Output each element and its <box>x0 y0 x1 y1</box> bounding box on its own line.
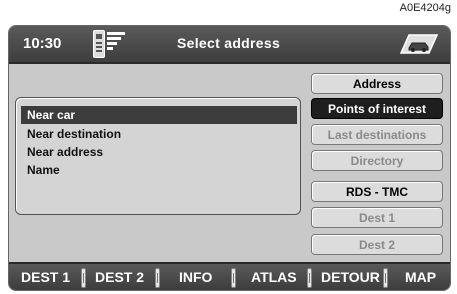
bottom-bar: DEST 1 DEST 2 INFO ATLAS DETOUR MAP <box>9 262 450 290</box>
separator-icon <box>307 268 312 288</box>
address-option-list: Near car Near destination Near address N… <box>15 97 301 215</box>
bottom-dest-2-button[interactable]: DEST 2 <box>95 269 144 285</box>
nav-screen: 10:30 Select address Near car Near desti… <box>8 25 451 291</box>
separator-icon <box>155 268 160 288</box>
dest-1-button[interactable]: Dest 1 <box>311 207 443 228</box>
list-item-near-address[interactable]: Near address <box>21 143 297 161</box>
list-item-name[interactable]: Name <box>21 161 297 179</box>
separator-icon <box>81 268 86 288</box>
figure-id: A0E4204g <box>399 2 451 14</box>
rds-tmc-button[interactable]: RDS - TMC <box>311 181 443 202</box>
car-icon <box>399 34 439 54</box>
address-button[interactable]: Address <box>311 73 443 94</box>
bottom-dest-1-button[interactable]: DEST 1 <box>21 269 70 285</box>
dest-2-button[interactable]: Dest 2 <box>311 234 443 255</box>
points-of-interest-button[interactable]: Points of interest <box>311 98 443 119</box>
page-title: Select address <box>177 35 281 51</box>
signal-icon <box>107 32 125 52</box>
separator-icon <box>231 268 236 288</box>
last-destinations-button[interactable]: Last destinations <box>311 124 443 145</box>
bottom-map-button[interactable]: MAP <box>405 269 436 285</box>
title-bar: 10:30 Select address <box>9 26 450 64</box>
phone-icon <box>93 30 105 58</box>
bottom-atlas-button[interactable]: ATLAS <box>251 269 297 285</box>
directory-button[interactable]: Directory <box>311 150 443 171</box>
list-item-near-destination[interactable]: Near destination <box>21 125 297 143</box>
clock: 10:30 <box>23 35 62 52</box>
bottom-detour-button[interactable]: DETOUR <box>321 269 380 285</box>
separator-icon <box>383 268 388 288</box>
bottom-info-button[interactable]: INFO <box>179 269 212 285</box>
list-item-near-car[interactable]: Near car <box>21 106 297 124</box>
